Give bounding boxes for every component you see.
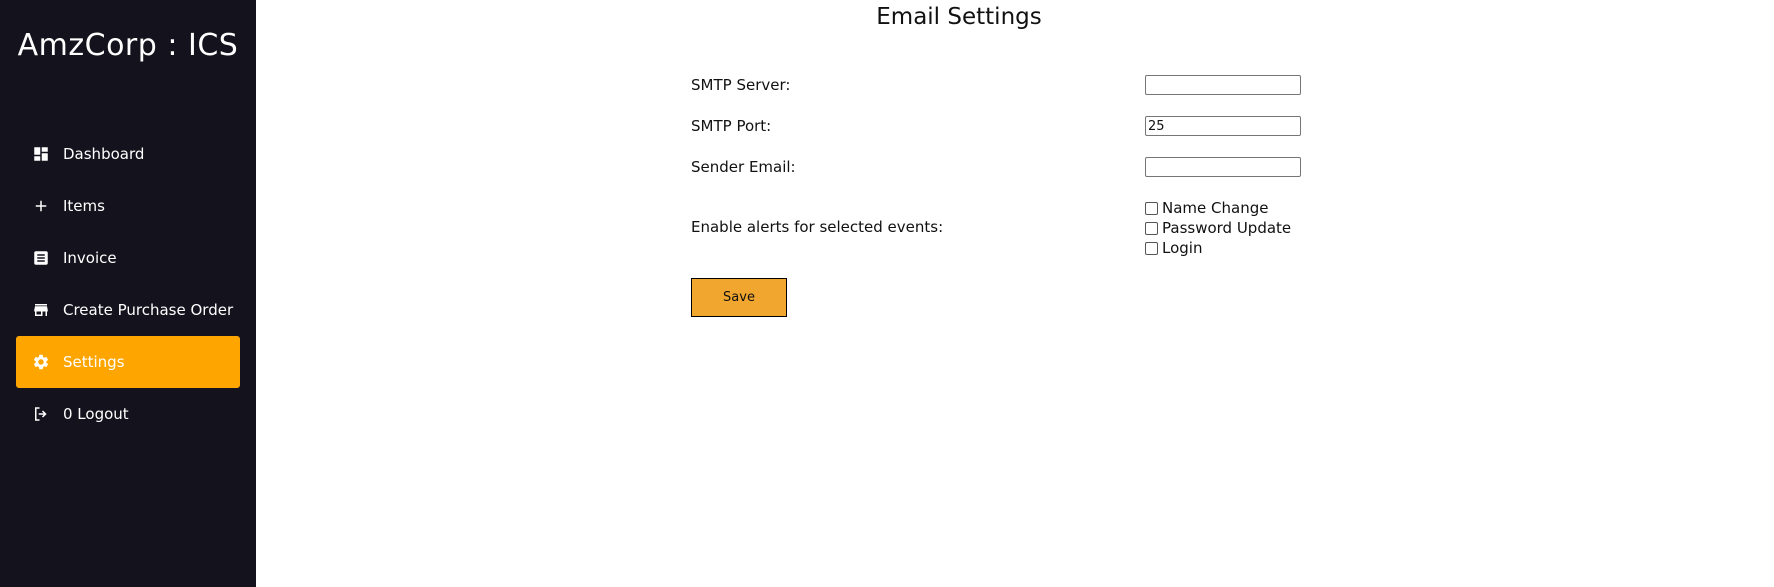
store-icon [32, 301, 50, 319]
alerts-label: Enable alerts for selected events: [691, 218, 944, 236]
page-title: Email Settings [876, 4, 1042, 30]
sidebar-item-label: Items [63, 197, 105, 215]
checkbox[interactable] [1145, 221, 1158, 235]
plus-icon [32, 197, 50, 215]
sidebar-item-create-purchase-order[interactable]: Create Purchase Order [16, 284, 240, 336]
sidebar-item-dashboard[interactable]: Dashboard [16, 128, 240, 180]
sidebar-item-label: Settings [63, 353, 125, 371]
dashboard-icon [32, 145, 50, 163]
sidebar-item-items[interactable]: Items [16, 180, 240, 232]
sidebar-item-label: 0 Logout [63, 405, 129, 423]
smtp-port-label: SMTP Port: [691, 117, 772, 135]
checkbox[interactable] [1145, 201, 1158, 215]
sidebar-item-label: Dashboard [63, 145, 145, 163]
logout-icon [32, 405, 50, 423]
sidebar-item-logout[interactable]: 0 Logout [16, 388, 240, 440]
sidebar-item-label: Invoice [63, 249, 117, 267]
sidebar-nav: Dashboard Items Invoice Create Purchase … [16, 128, 240, 440]
sidebar-item-invoice[interactable]: Invoice [16, 232, 240, 284]
main-content: Email Settings SMTP Server: SMTP Port: S… [256, 0, 1774, 587]
list-icon [32, 249, 50, 267]
smtp-server-input[interactable] [1145, 75, 1301, 95]
sidebar-item-settings[interactable]: Settings [16, 336, 240, 388]
checkbox[interactable] [1145, 241, 1158, 255]
sender-email-input[interactable] [1145, 157, 1301, 177]
sender-email-label: Sender Email: [691, 158, 796, 176]
app-window: AmzCorp : ICS Dashboard Items Invoice Cr… [0, 0, 1774, 587]
brand-title: AmzCorp : ICS [17, 28, 239, 63]
checkbox-label: Login [1162, 239, 1203, 257]
checkbox-label: Name Change [1162, 199, 1269, 217]
gear-icon [32, 353, 50, 371]
alert-login[interactable]: Login [1145, 238, 1202, 258]
save-button[interactable]: Save [691, 278, 787, 317]
sidebar: AmzCorp : ICS Dashboard Items Invoice Cr… [0, 0, 256, 587]
alert-name-change[interactable]: Name Change [1145, 198, 1268, 218]
alert-password-update[interactable]: Password Update [1145, 218, 1291, 238]
sidebar-item-label: Create Purchase Order [63, 301, 234, 319]
smtp-port-input[interactable] [1145, 116, 1301, 136]
checkbox-label: Password Update [1162, 219, 1292, 237]
smtp-server-label: SMTP Server: [691, 76, 791, 94]
